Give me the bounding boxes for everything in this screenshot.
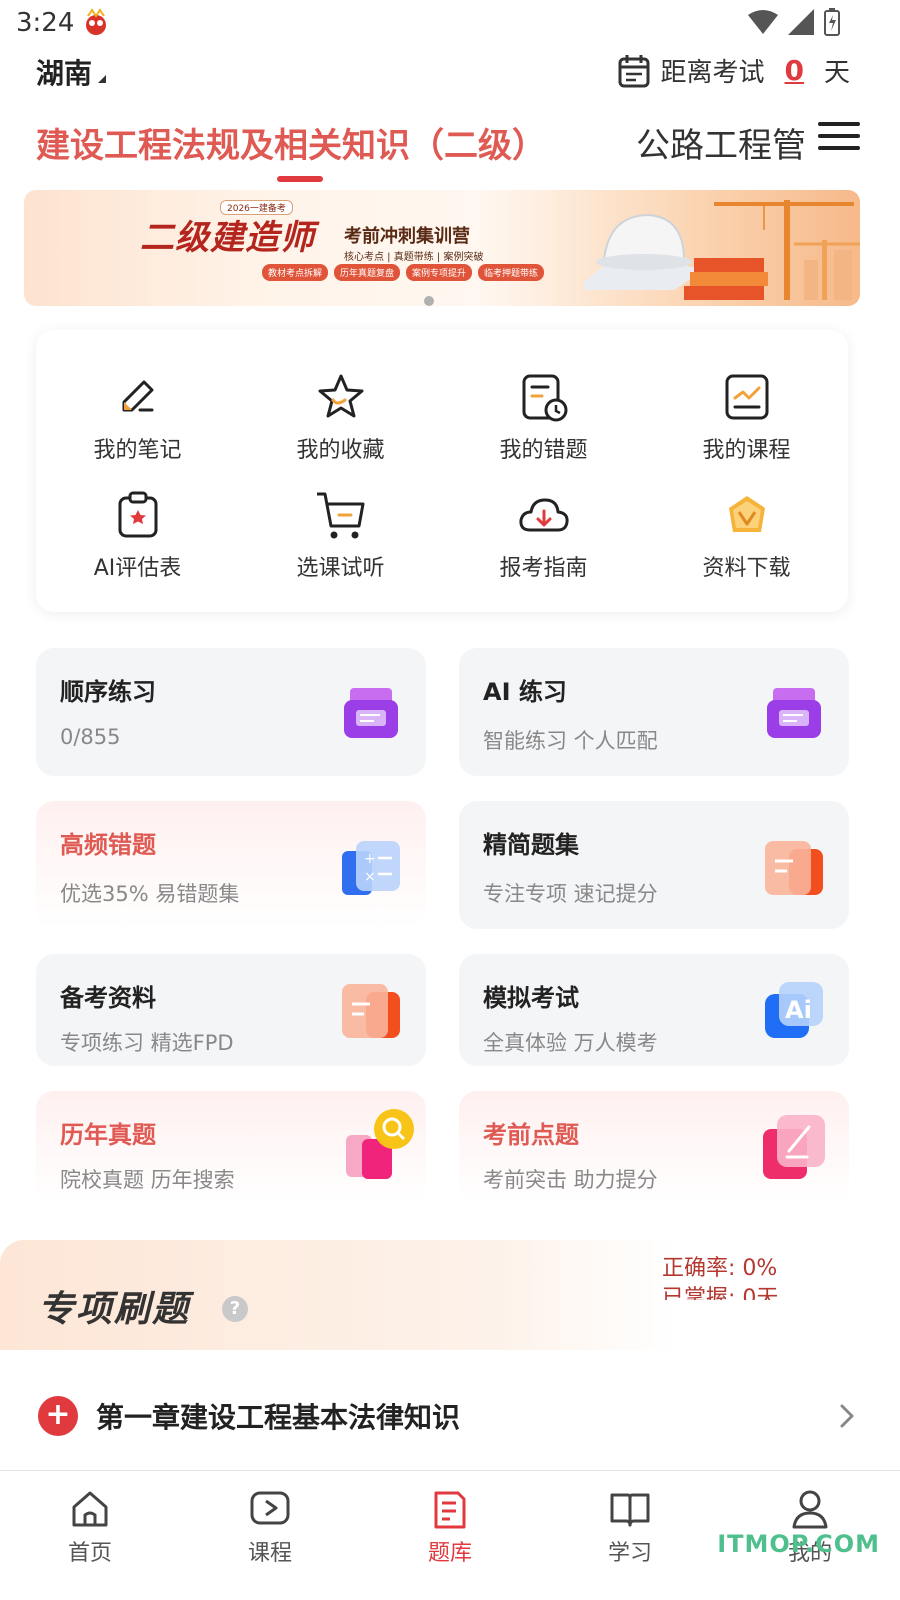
banner-chip: 案例专项提升	[406, 264, 473, 281]
books-illustration	[684, 258, 768, 300]
ai-blue-icon: Ai	[765, 982, 823, 1038]
svg-text:Ai: Ai	[785, 996, 812, 1024]
note-pen-icon	[122, 380, 153, 412]
calculator-icon: + ×	[342, 841, 400, 895]
region-selector[interactable]: 湖南	[36, 52, 107, 92]
banner-chip: 教材考点拆解	[262, 264, 329, 281]
wrong-questions-icon	[522, 374, 567, 422]
chevron-right-icon	[840, 1404, 854, 1428]
nav-label: 题库	[427, 1541, 472, 1566]
countdown-unit: 天	[823, 58, 850, 88]
expand-plus-icon[interactable]: +	[38, 1396, 78, 1436]
purple-box-icon	[344, 688, 398, 738]
cloud-download-icon	[518, 498, 569, 532]
quick-tools-card: 我的笔记 我的收藏 我的错题 我的课程 AI评估表 选课试听 报考指南 资料下载	[36, 330, 848, 612]
star-icon	[318, 374, 363, 418]
promo-banner[interactable]: 2026一建备考 二级建造师 考前冲刺集训营 核心考点 | 真题带练 | 案例突…	[24, 190, 860, 306]
status-time: 3:24	[16, 8, 75, 38]
banner-chip: 临考押题带练	[478, 264, 545, 281]
tab-indicator	[277, 176, 323, 182]
signal-icon	[788, 9, 814, 35]
tool-label: 资料下载	[702, 556, 791, 581]
banner-subtitle: 考前冲刺集训营	[344, 226, 470, 247]
home-icon	[72, 1491, 108, 1527]
banner-keypoints: 核心考点 | 真题带练 | 案例突破	[344, 252, 484, 263]
card-concise-set[interactable]: 精简题集 专注专项 速记提分	[459, 801, 849, 929]
status-icons	[748, 8, 840, 36]
section-stats: 正确率: 0% 已掌握: 0天	[662, 1254, 778, 1300]
pink-pen-icon	[763, 1115, 825, 1179]
orange-card-icon	[342, 984, 400, 1038]
card-pre-exam-tips[interactable]: 考前点题 考前突击 助力提分	[459, 1091, 849, 1203]
section-title: 专项刷题	[38, 1289, 191, 1330]
search-book-icon	[346, 1109, 414, 1179]
course-chart-icon	[725, 374, 768, 420]
banner-chips: 教材考点拆解 历年真题复盘 案例专项提升 临考押题带练	[262, 264, 545, 281]
card-prep-materials[interactable]: 备考资料 专项练习 精选FPD	[36, 954, 426, 1066]
user-icon	[792, 1490, 828, 1529]
chapter-title: 第一章建设工程基本法律知识	[96, 1401, 461, 1434]
tool-label: 选课试听	[296, 556, 385, 581]
app-notification-icon	[86, 8, 106, 35]
tool-my-favorites[interactable]: 我的收藏	[239, 370, 442, 488]
tool-label: 我的错题	[499, 438, 588, 463]
nav-study[interactable]: 学习	[540, 1471, 720, 1600]
chapter-row[interactable]: + 第一章建设工程基本法律知识	[38, 1390, 858, 1442]
cart-icon	[316, 492, 364, 539]
tool-label: AI评估表	[93, 556, 182, 581]
crown-badge-icon	[728, 496, 765, 532]
tool-label: 报考指南	[499, 556, 588, 581]
card-ai-practice[interactable]: AI 练习 智能练习 个人匹配	[459, 648, 849, 776]
tool-my-notes[interactable]: 我的笔记	[36, 370, 239, 488]
tool-label: 我的收藏	[296, 438, 385, 463]
subject-tab-active[interactable]: 建设工程法规及相关知识（二级）	[36, 118, 546, 167]
tool-label: 我的课程	[702, 438, 791, 463]
calendar-icon	[618, 54, 650, 87]
accuracy-stat: 正确率: 0%	[662, 1256, 778, 1281]
region-label: 湖南	[36, 57, 93, 90]
tool-course-trial[interactable]: 选课试听	[239, 488, 442, 606]
tool-exam-guide[interactable]: 报考指南	[442, 488, 645, 606]
caret-down-icon	[98, 75, 107, 83]
nav-question-bank[interactable]: 题库	[360, 1471, 540, 1600]
wifi-icon	[748, 10, 778, 34]
card-frequent-mistakes[interactable]: 高频错题 优选35% 易错题集 + ×	[36, 801, 426, 929]
card-sequential-practice[interactable]: 顺序练习 0/855	[36, 648, 426, 776]
nav-home[interactable]: 首页	[0, 1471, 180, 1600]
card-mock-exam[interactable]: 模拟考试 全真体验 万人模考 Ai	[459, 954, 849, 1066]
countdown-label: 距离考试	[660, 58, 765, 88]
banner-title: 二级建造师	[140, 218, 315, 258]
carousel-dot[interactable]	[424, 296, 434, 306]
nav-courses[interactable]: 课程	[180, 1471, 360, 1600]
battery-icon	[824, 8, 840, 36]
nav-label: 首页	[67, 1541, 112, 1566]
status-bar: 3:24	[0, 0, 900, 48]
tool-label: 我的笔记	[93, 438, 182, 463]
watermark: ITMOP.COM	[717, 1530, 880, 1558]
nav-label: 学习	[607, 1541, 652, 1566]
purple-box-icon	[767, 688, 821, 738]
banner-chip: 历年真题复盘	[334, 264, 401, 281]
countdown-days: 0	[784, 54, 804, 87]
special-practice-section: 专项刷题 ? 正确率: 0% 已掌握: 0天 + 第一章建设工程基本法律知识	[0, 1240, 900, 1470]
tool-ai-assessment[interactable]: AI评估表	[36, 488, 239, 606]
book-icon	[610, 1493, 650, 1527]
card-past-exams[interactable]: 历年真题 院校真题 历年搜索	[36, 1091, 426, 1203]
mastery-stat: 已掌握: 0天	[662, 1286, 779, 1300]
subject-tab-highway[interactable]: 公路工程管	[636, 118, 814, 167]
tool-my-mistakes[interactable]: 我的错题	[442, 370, 645, 488]
play-icon	[250, 1491, 290, 1525]
exam-countdown[interactable]: 距离考试 0 天	[618, 52, 850, 89]
svg-text:+: +	[364, 851, 376, 867]
help-icon[interactable]: ?	[222, 1296, 248, 1322]
svg-text:×: ×	[364, 869, 376, 885]
menu-icon[interactable]	[818, 122, 860, 152]
tool-my-courses[interactable]: 我的课程	[645, 370, 848, 488]
clipboard-icon	[118, 491, 157, 538]
nav-label: 课程	[247, 1541, 292, 1566]
orange-card-icon	[765, 841, 823, 895]
question-bank-icon	[434, 1491, 466, 1529]
tool-materials-download[interactable]: 资料下载	[645, 488, 848, 606]
